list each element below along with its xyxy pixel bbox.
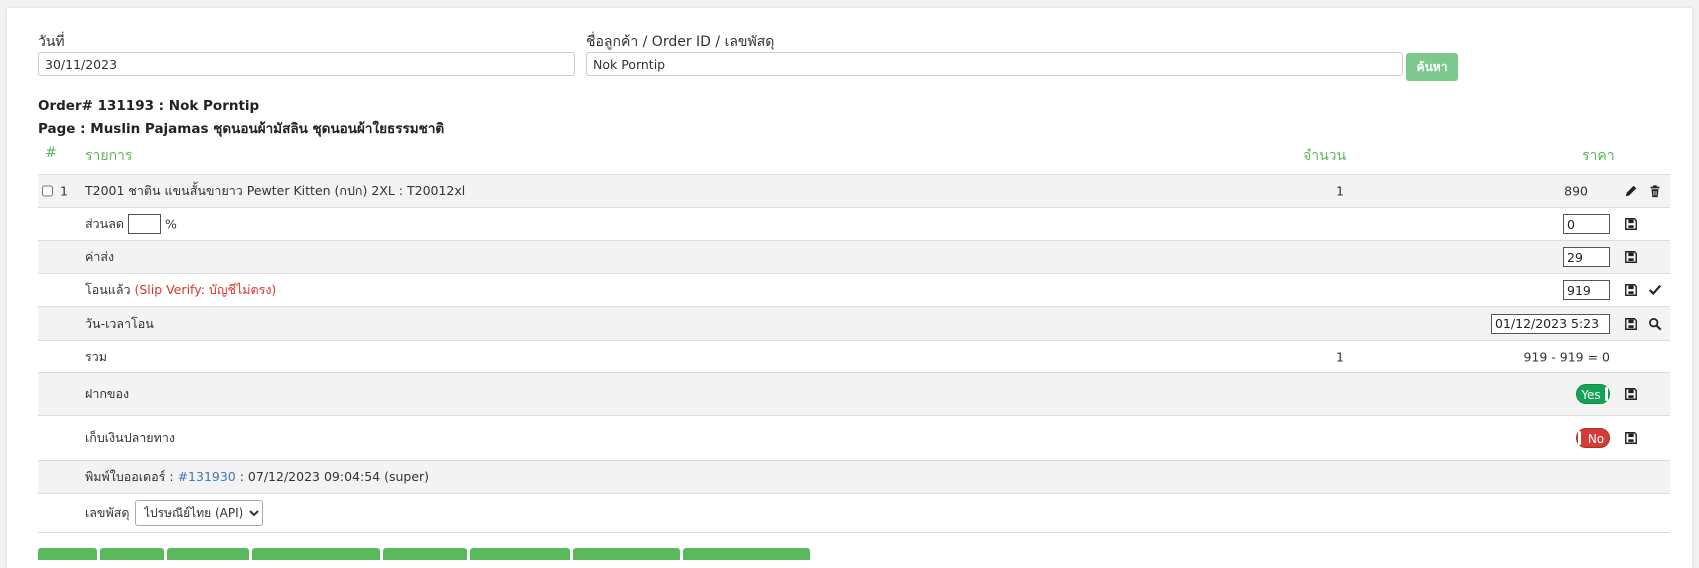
cod-label: เก็บเงินปลายทาง — [85, 430, 175, 445]
table-row-transfer-time: วัน-เวลาโอน — [38, 306, 1670, 340]
item-quantity: 1 — [1336, 183, 1344, 199]
table-row-shipping: ค่าส่ง — [38, 240, 1670, 273]
trash-icon[interactable] — [1648, 184, 1662, 198]
item-price: 890 — [1564, 183, 1588, 199]
paid-amount-input[interactable] — [1563, 280, 1610, 300]
carrier-select[interactable]: ไปรษณีย์ไทย (API) — [135, 500, 263, 526]
item-index: 1 — [60, 183, 68, 199]
deposit-toggle[interactable]: Yes — [1576, 384, 1610, 404]
discount-percent-input[interactable] — [128, 214, 161, 234]
search-button[interactable]: ค้นหา — [1406, 53, 1458, 81]
save-icon[interactable] — [1624, 317, 1638, 331]
total-quantity: 1 — [1336, 349, 1344, 364]
action-button-3[interactable] — [167, 548, 249, 560]
table-row-paid: โอนแล้ว (Slip Verify: บัญชีไม่ตรง) — [38, 273, 1670, 306]
edit-icon[interactable] — [1624, 184, 1638, 198]
deposit-label: ฝากของ — [85, 386, 130, 401]
item-checkbox[interactable] — [42, 185, 53, 197]
transfer-time-input[interactable] — [1491, 313, 1610, 334]
action-button-6[interactable] — [470, 548, 570, 560]
tracking-label: เลขพัสดุ — [85, 505, 130, 520]
table-row-discount: ส่วนลด % — [38, 207, 1670, 240]
action-button-4[interactable] — [252, 548, 380, 560]
order-title: Order# 131193 : Nok Porntip — [38, 98, 260, 114]
cod-toggle[interactable]: No — [1576, 428, 1610, 448]
table-row-cod: เก็บเงินปลายทาง No — [38, 415, 1670, 460]
item-name: T2001 ชาติน แขนสั้นขายาว Pewter Kitten (… — [85, 183, 466, 198]
print-label: พิมพ์ใบออเดอร์ : — [85, 469, 174, 484]
page-name: Page : Muslin Pajamas ชุดนอนผ้ามัสลิน ชุ… — [38, 121, 445, 137]
header-price: ราคา — [1582, 148, 1615, 164]
save-icon[interactable] — [1624, 283, 1638, 297]
action-button-1[interactable] — [38, 548, 97, 560]
slip-verify-warning: (Slip Verify: บัญชีไม่ตรง) — [134, 282, 277, 297]
paid-label: โอนแล้ว — [85, 282, 131, 297]
print-order-link[interactable]: #131930 — [178, 469, 236, 484]
date-input[interactable] — [38, 52, 575, 76]
percent-sign: % — [165, 216, 177, 232]
table-row-total: รวม 1 919 - 919 = 0 — [38, 340, 1670, 372]
action-button-7[interactable] — [573, 548, 680, 560]
print-info: พิมพ์ใบออเดอร์ : #131930 : 07/12/2023 09… — [85, 467, 429, 487]
total-label: รวม — [85, 348, 107, 364]
action-button-8[interactable] — [683, 548, 810, 560]
table-row-item: 1 T2001 ชาติน แขนสั้นขายาว Pewter Kitten… — [38, 174, 1670, 207]
search-icon[interactable] — [1648, 317, 1662, 331]
shipping-input[interactable] — [1563, 247, 1610, 267]
action-button-2[interactable] — [100, 548, 164, 560]
shipping-label: ค่าส่ง — [85, 249, 115, 264]
header-quantity: จำนวน — [1303, 148, 1347, 164]
customer-search-input[interactable] — [586, 52, 1403, 76]
discount-amount-input[interactable] — [1563, 214, 1610, 234]
transfer-time-label: วัน-เวลาโอน — [85, 315, 154, 331]
date-label: วันที่ — [38, 34, 65, 50]
save-icon[interactable] — [1624, 431, 1638, 445]
check-icon[interactable] — [1648, 283, 1662, 297]
table-row-print: พิมพ์ใบออเดอร์ : #131930 : 07/12/2023 09… — [38, 460, 1670, 493]
save-icon[interactable] — [1624, 250, 1638, 264]
header-number: # — [45, 145, 57, 161]
total-summary: 919 - 919 = 0 — [1523, 349, 1610, 364]
table-row-deposit: ฝากของ Yes — [38, 372, 1670, 415]
action-button-5[interactable] — [383, 548, 467, 560]
customer-search-label: ชื่อลูกค้า / Order ID / เลขพัสดุ — [586, 34, 775, 50]
save-icon[interactable] — [1624, 387, 1638, 401]
paid-label-group: โอนแล้ว (Slip Verify: บัญชีไม่ตรง) — [85, 280, 276, 300]
discount-label: ส่วนลด — [85, 216, 124, 231]
table-row-tracking: เลขพัสดุ ไปรษณีย์ไทย (API) — [38, 493, 1670, 533]
header-item: รายการ — [85, 148, 133, 164]
print-detail: : 07/12/2023 09:04:54 (super) — [239, 469, 430, 484]
save-icon[interactable] — [1624, 217, 1638, 231]
